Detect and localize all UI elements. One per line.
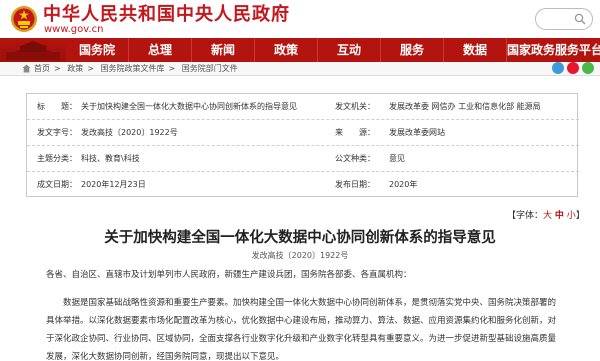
main-nav: 国务院 总理 新闻 政策 互动 服务 数据 国家政务服务平台: [0, 38, 600, 62]
info-row: 发文字号： 发改高技〔2020〕1922号 来 源： 发展改革委网站: [27, 120, 579, 146]
breadcrumb-policy[interactable]: 政策: [67, 64, 83, 73]
font-size-prefix: 【字体：: [507, 211, 544, 221]
info-value-title: 关于加快构建全国一体化大数据中心协同创新体系的指导意见: [81, 102, 297, 111]
nav-item-premier[interactable]: 总理: [129, 38, 191, 62]
info-value-written-date: 2020年12月23日: [81, 180, 146, 189]
info-label-category: 主题分类：: [37, 154, 77, 163]
info-value-publish-date: 2020年: [389, 180, 418, 189]
article-doc-number: 发改高技〔2020〕1922号: [251, 251, 349, 260]
info-label-issuer: 发文机关：: [335, 102, 375, 111]
font-size-small-button[interactable]: 小: [567, 211, 576, 221]
share-wechat-icon[interactable]: [582, 62, 594, 74]
share-buttons: [552, 62, 594, 74]
nav-item-news[interactable]: 新闻: [192, 38, 254, 62]
info-label-written-date: 成文日期：: [37, 180, 77, 189]
font-size-large-button[interactable]: 大: [543, 211, 552, 221]
share-qzone-icon[interactable]: [552, 62, 564, 74]
tiananmen-icon: [6, 41, 60, 60]
info-row: 主题分类： 科技、教育\科技 公文种类： 意见: [27, 146, 579, 172]
nav-divider: [191, 38, 192, 62]
info-row: 成文日期： 2020年12月23日 发布日期： 2020年: [27, 172, 579, 198]
font-size-selector: 【字体：大 中 小】: [507, 210, 585, 222]
breadcrumb-separator: >: [54, 64, 61, 73]
nav-divider: [506, 38, 507, 62]
nav-divider: [380, 38, 381, 62]
info-label-doc-number: 发文字号：: [37, 128, 77, 137]
tiananmen-banner[interactable]: [0, 38, 66, 62]
info-label-publish-date: 发布日期：: [335, 180, 375, 189]
nav-item-gov-service-platform[interactable]: 国家政务服务平台: [507, 38, 600, 62]
breadcrumb: 首页 > 政策 > 国务院政策文件库 > 国务院部门文件: [34, 63, 242, 75]
nav-divider: [128, 38, 129, 62]
nav-item-interaction[interactable]: 互动: [318, 38, 380, 62]
search-input[interactable]: [535, 8, 593, 30]
info-value-issuer: 发展改革委 网信办 工业和信息化部 能源局: [389, 102, 541, 111]
nav-item-state-council[interactable]: 国务院: [66, 38, 128, 62]
site-url[interactable]: www.gov.cn: [44, 24, 103, 36]
info-value-source: 发展改革委网站: [389, 128, 445, 137]
site-header: 中华人民共和国中央人民政府 www.gov.cn: [0, 0, 600, 38]
info-value-doc-number: 发改高技〔2020〕1922号: [81, 128, 178, 137]
info-label-title: 标 题：: [37, 102, 77, 111]
search-icon[interactable]: [574, 13, 586, 25]
site-title[interactable]: 中华人民共和国中央人民政府: [43, 5, 290, 25]
home-icon[interactable]: [22, 64, 31, 73]
info-label-source: 来 源：: [335, 128, 375, 137]
breadcrumb-department-docs[interactable]: 国务院部门文件: [182, 64, 238, 73]
nav-item-policy[interactable]: 政策: [255, 38, 317, 62]
breadcrumb-bar: 首页 > 政策 > 国务院政策文件库 > 国务院部门文件: [0, 62, 600, 76]
font-size-medium-button[interactable]: 中: [555, 211, 564, 221]
nav-item-services[interactable]: 服务: [381, 38, 443, 62]
document-info-table: 标 题： 关于加快构建全国一体化大数据中心协同创新体系的指导意见 发文机关： 发…: [26, 93, 579, 198]
share-weibo-icon[interactable]: [567, 62, 579, 74]
breadcrumb-separator: >: [168, 64, 176, 73]
nav-divider: [317, 38, 318, 62]
breadcrumb-policy-library[interactable]: 国务院政策文件库: [101, 64, 165, 73]
breadcrumb-separator: >: [87, 64, 94, 73]
national-emblem-icon[interactable]: [10, 5, 38, 33]
nav-divider: [443, 38, 444, 62]
info-label-doc-type: 公文种类：: [335, 154, 375, 163]
breadcrumb-home[interactable]: 首页: [34, 64, 50, 73]
nav-divider: [254, 38, 255, 62]
info-row: 标 题： 关于加快构建全国一体化大数据中心协同创新体系的指导意见 发文机关： 发…: [27, 94, 579, 120]
info-value-category: 科技、教育\科技: [81, 154, 140, 163]
article-paragraph: 数据是国家基础战略性资源和重要生产要素。加快构建全国一体化大数据中心协同创新体系…: [46, 298, 557, 361]
font-size-suffix: 】: [575, 211, 585, 221]
nav-item-data[interactable]: 数据: [444, 38, 506, 62]
article-paragraph: 各省、自治区、直辖市及计划单列市人民政府，新疆生产建设兵团，国务院各部委、各直属…: [46, 270, 412, 280]
info-value-doc-type: 意见: [389, 154, 405, 163]
article-title: 关于加快构建全国一体化大数据中心协同创新体系的指导意见: [104, 229, 496, 246]
